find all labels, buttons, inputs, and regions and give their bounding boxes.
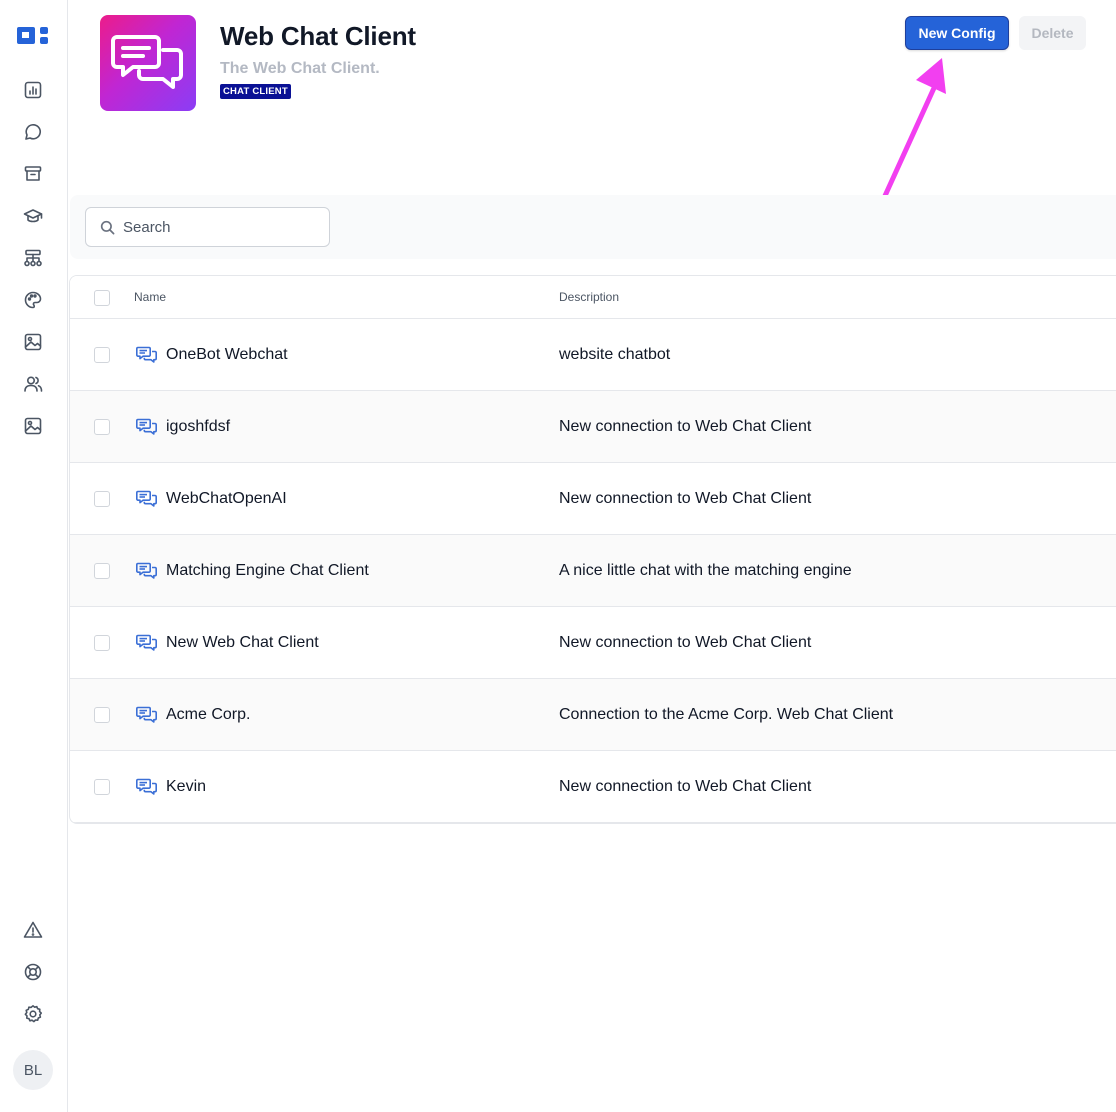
table-row[interactable]: Matching Engine Chat Client A nice little…	[70, 535, 1116, 607]
row-name[interactable]: igoshfdsf	[166, 418, 230, 436]
delete-button[interactable]: Delete	[1019, 16, 1086, 50]
table-row[interactable]: igoshfdsf New connection to Web Chat Clie…	[70, 391, 1116, 463]
row-description: A nice little chat with the matching eng…	[559, 562, 852, 579]
row-name[interactable]: OneBot Webchat	[166, 346, 288, 364]
filter-bar	[70, 195, 1116, 259]
row-description: New connection to Web Chat Client	[559, 634, 812, 651]
table-header: Name Description	[70, 276, 1116, 319]
row-checkbox[interactable]	[94, 707, 110, 723]
row-description: website chatbot	[559, 346, 671, 363]
select-all-checkbox[interactable]	[94, 290, 110, 306]
table-row[interactable]: Acme Corp. Connection to the Acme Corp. W…	[70, 679, 1116, 751]
chat-client-icon	[136, 634, 157, 651]
warning-icon[interactable]	[22, 919, 44, 941]
row-name[interactable]: New Web Chat Client	[166, 634, 319, 652]
brand-logo-icon[interactable]	[16, 25, 50, 47]
lifebuoy-icon[interactable]	[22, 961, 44, 983]
table-row[interactable]: New Web Chat Client New connection to Web…	[70, 607, 1116, 679]
sitemap-icon[interactable]	[22, 247, 44, 269]
table-row[interactable]: WebChatOpenAI New connection to Web Chat …	[70, 463, 1116, 535]
row-name[interactable]: WebChatOpenAI	[166, 490, 287, 508]
row-checkbox[interactable]	[94, 635, 110, 651]
row-checkbox[interactable]	[94, 779, 110, 795]
row-name[interactable]: Kevin	[166, 778, 206, 796]
row-description: New connection to Web Chat Client	[559, 418, 812, 435]
row-checkbox[interactable]	[94, 347, 110, 363]
row-description: New connection to Web Chat Client	[559, 490, 812, 507]
avatar[interactable]: BL	[13, 1050, 53, 1090]
row-name[interactable]: Matching Engine Chat Client	[166, 562, 369, 580]
search-input[interactable]	[123, 218, 323, 236]
row-checkbox[interactable]	[94, 563, 110, 579]
row-name[interactable]: Acme Corp.	[166, 706, 250, 724]
search-icon	[100, 220, 115, 234]
new-config-button[interactable]: New Config	[905, 16, 1009, 50]
search-box[interactable]	[85, 207, 330, 247]
archive-icon[interactable]	[22, 163, 44, 185]
row-checkbox[interactable]	[94, 491, 110, 507]
chat-bubble-icon[interactable]	[22, 121, 44, 143]
chat-client-icon	[136, 778, 157, 795]
column-header-name[interactable]: Name	[134, 290, 166, 304]
chat-client-icon	[136, 418, 157, 435]
gear-icon[interactable]	[22, 1003, 44, 1025]
column-header-description[interactable]: Description	[559, 290, 619, 304]
row-description: New connection to Web Chat Client	[559, 778, 812, 795]
palette-icon[interactable]	[22, 289, 44, 311]
table-row[interactable]: Kevin New connection to Web Chat Client	[70, 751, 1116, 823]
users-icon[interactable]	[22, 373, 44, 395]
page-subtitle: The Web Chat Client.	[220, 60, 380, 77]
page-title: Web Chat Client	[220, 21, 416, 51]
row-checkbox[interactable]	[94, 419, 110, 435]
image-icon[interactable]	[22, 331, 44, 353]
graduation-cap-icon[interactable]	[22, 205, 44, 227]
sidebar: BL	[0, 0, 68, 1112]
bar-chart-icon[interactable]	[22, 79, 44, 101]
web-chat-client-logo	[100, 15, 196, 111]
type-badge: CHAT CLIENT	[220, 84, 291, 99]
table-row[interactable]: OneBot Webchat website chatbot	[70, 319, 1116, 391]
chat-client-icon	[136, 706, 157, 723]
configs-table: Name Description OneBot Webchat website c…	[69, 275, 1116, 824]
chat-bubbles-icon	[111, 35, 183, 89]
row-description: Connection to the Acme Corp. Web Chat Cl…	[559, 706, 894, 723]
image-icon-2[interactable]	[22, 415, 44, 437]
chat-client-icon	[136, 562, 157, 579]
chat-client-icon	[136, 490, 157, 507]
chat-client-icon	[136, 346, 157, 363]
